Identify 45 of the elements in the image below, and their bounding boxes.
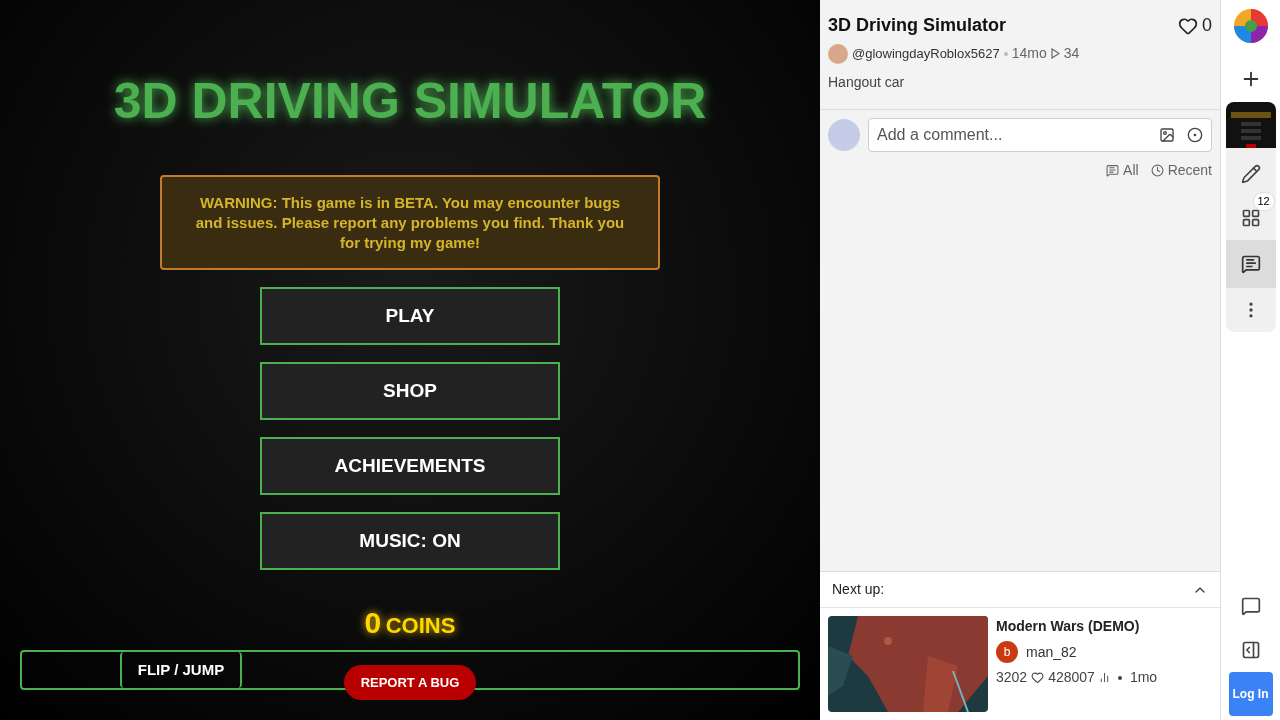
comments-icon[interactable] [1106,164,1120,177]
game-title: 3D DRIVING SIMULATOR [113,76,707,126]
filter-button[interactable]: All [1123,160,1139,181]
heart-icon[interactable] [1178,15,1198,36]
count-badge: 12 [1252,192,1275,211]
menu-button[interactable]: SHOP [260,362,560,420]
play-count: 34 [1063,44,1080,63]
logo-icon[interactable] [1232,8,1269,44]
comments-icon[interactable] [1240,254,1261,274]
separator-dot-icon [1003,51,1008,56]
next-up-heading: Next up: [832,580,885,599]
menu-button[interactable]: PLAY [260,287,560,345]
report-bug-button[interactable]: REPORT A BUG [344,665,476,700]
post-description: Hangout car [828,73,906,92]
view-count: 428007 [1048,668,1095,687]
menu-button[interactable]: ACHIEVEMENTS [260,437,560,495]
next-age: 1mo [1129,668,1158,687]
post-title: 3D Driving Simulator [828,14,1007,37]
post-age: 14mo [1011,44,1047,63]
grid-icon[interactable] [1240,208,1261,228]
bars-icon [1098,672,1110,683]
filter-button[interactable]: Recent [1167,160,1212,181]
panel-icon[interactable] [1240,640,1261,660]
like-count: 0 [1202,14,1212,37]
login-button[interactable]: Log In [1228,672,1273,716]
image-icon[interactable] [1159,127,1175,143]
author-link[interactable]: @glowingdayRoblox5627 [852,43,1000,64]
next-author[interactable]: man_82 [1026,641,1077,663]
user-avatar-icon [828,119,860,151]
comment-field[interactable]: Add a comment... [868,118,1212,152]
flip-jump-button[interactable]: FLIP / JUMP [120,652,242,688]
play-icon [1050,48,1060,59]
author-avatar: b [996,641,1018,663]
coins-counter: 0 COINS [364,608,456,638]
separator-dot-icon [1117,675,1122,680]
clock-icon[interactable] [1150,164,1164,177]
edit-icon[interactable] [1240,164,1261,184]
next-title[interactable]: Modern Wars (DEMO) [996,616,1158,637]
avatar-icon [828,43,848,64]
chat-icon[interactable] [1240,596,1261,616]
record-icon[interactable] [1187,127,1203,143]
warning-banner: WARNING: This game is in BETA. You may encounter bugs and issues. Please report any problems you find. Thank you for trying my game! [160,175,660,270]
heart-icon [1031,671,1045,684]
menu-button[interactable]: MUSIC: ON [260,512,560,570]
like-count: 3202 [996,668,1028,687]
